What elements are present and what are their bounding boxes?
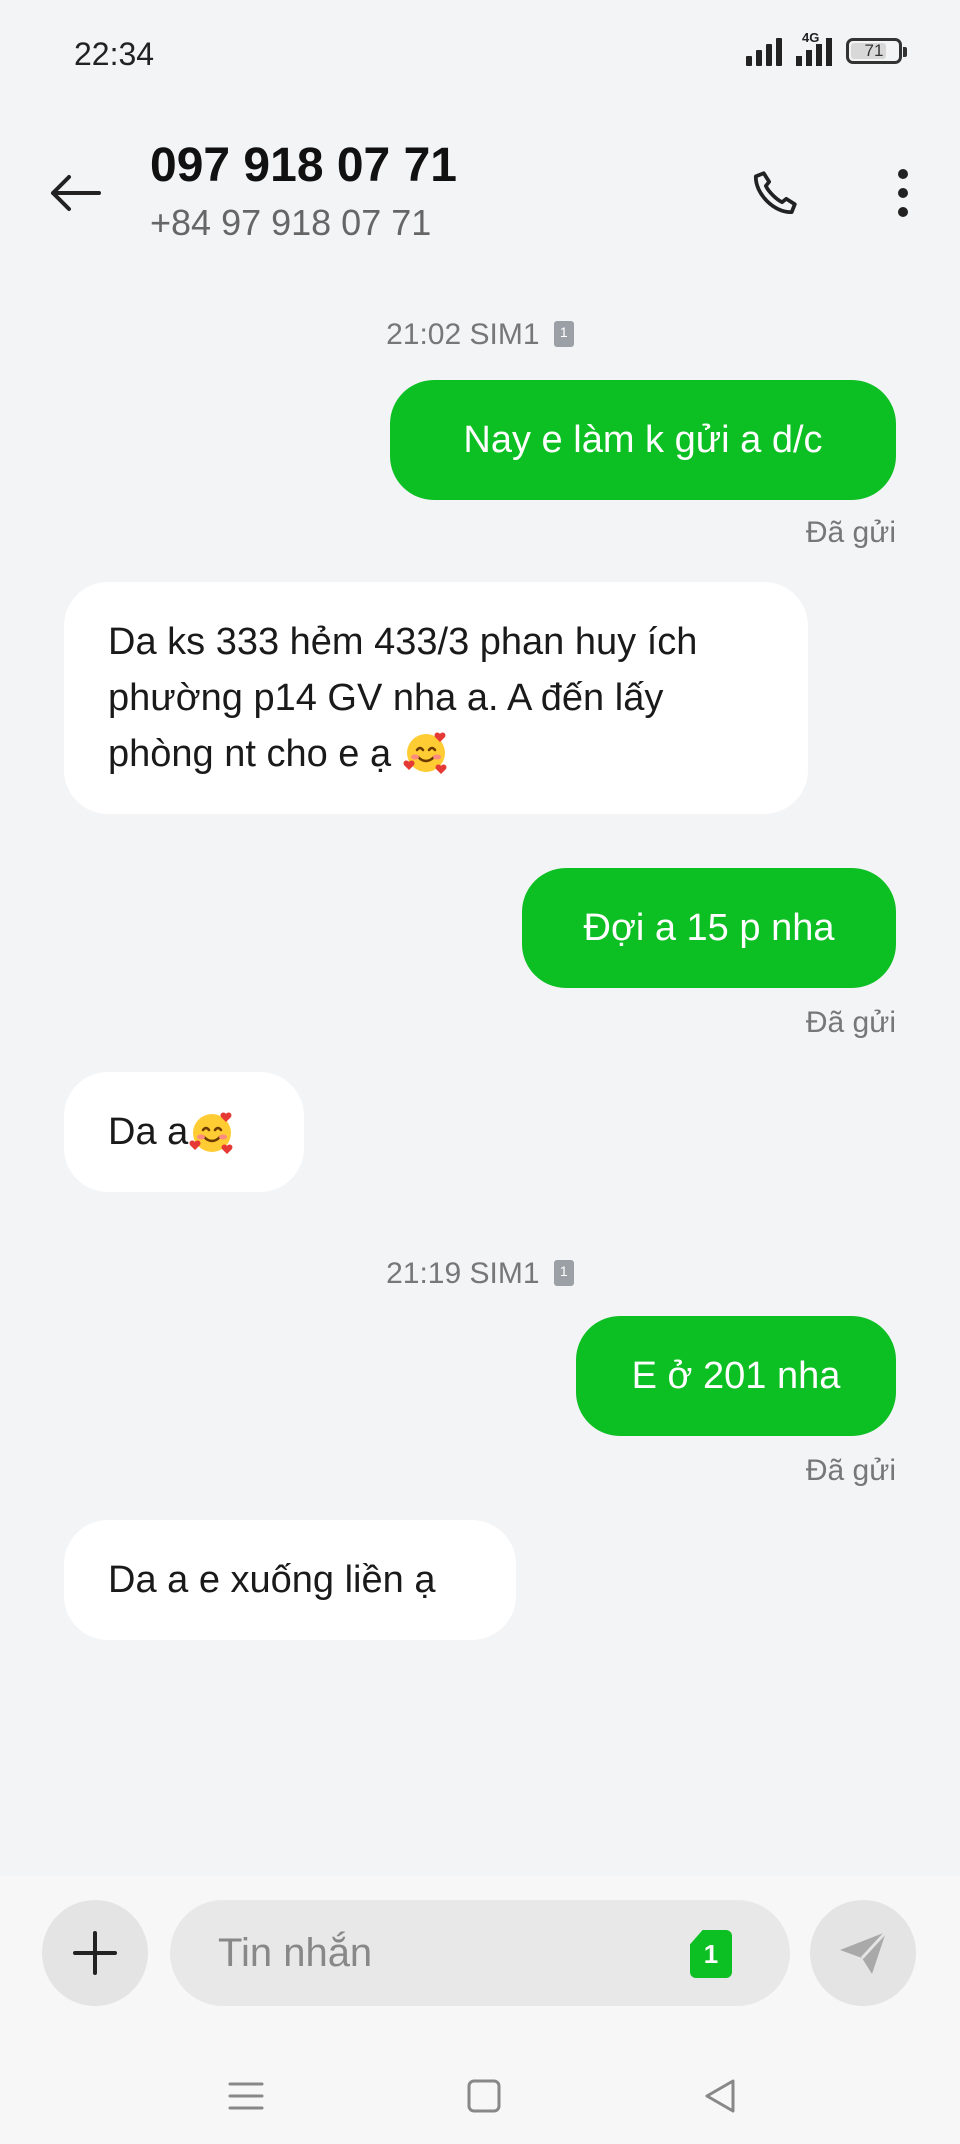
message-bubble-incoming[interactable]: Da ks 333 hẻm 433/3 phan huy ích phường … (64, 582, 808, 814)
message-line: Da ks 333 hẻm 433/3 phan huy ích (108, 621, 698, 663)
send-icon (840, 1930, 888, 1974)
square-icon (467, 2079, 501, 2113)
battery-level: 71 (864, 41, 884, 60)
timestamp-divider: 21:19 SIM1 (0, 1257, 960, 1291)
contact-name: 097 918 07 71 (150, 139, 457, 192)
battery-icon: 71 (846, 38, 907, 64)
timestamp-sim: SIM1 (469, 318, 540, 351)
nav-menu-button[interactable] (216, 2066, 276, 2126)
message-line-with-emoji: phòng nt cho e ạ (108, 726, 764, 782)
plus-icon (73, 1931, 117, 1975)
phone-icon (753, 171, 797, 215)
status-icons: 4G 71 (746, 30, 907, 66)
status-bar: 22:34 4G 71 (0, 0, 960, 110)
message-input-placeholder: Tin nhắn (218, 1930, 373, 1975)
smiling-face-with-hearts-icon (189, 1112, 233, 1154)
message-input[interactable]: Tin nhắn 1 (170, 1900, 790, 2006)
message-bubble-outgoing[interactable]: Đợi a 15 p nha (522, 868, 896, 988)
message-bubble-incoming[interactable]: Da a e xuống liền ạ (64, 1520, 516, 1640)
add-attachment-button[interactable] (42, 1900, 148, 2006)
more-vertical-icon (898, 169, 908, 217)
network-label: 4G (802, 30, 820, 45)
menu-icon (228, 2082, 264, 2110)
status-time: 22:34 (74, 36, 155, 72)
message-text: E ở 201 nha (631, 1355, 841, 1397)
network-4g-icon: 4G (796, 30, 832, 66)
sim-card-icon (553, 1260, 574, 1286)
message-text: Da a (108, 1111, 189, 1153)
message-status: Đã gửi (805, 1454, 896, 1487)
conversation-header: 097 918 07 71 +84 97 918 07 71 (0, 120, 960, 260)
message-bubble-outgoing[interactable]: Nay e làm k gửi a d/c (390, 380, 896, 500)
send-button[interactable] (810, 1900, 916, 2006)
composer-area: Tin nhắn 1 (0, 1876, 960, 2144)
timestamp-divider: 21:02 SIM1 (0, 318, 960, 352)
timestamp-time: 21:19 (386, 1257, 462, 1290)
message-line: phòng nt cho e ạ (108, 733, 392, 775)
triangle-back-icon (705, 2079, 735, 2113)
message-status: Đã gửi (805, 1006, 896, 1039)
nav-back-button[interactable] (690, 2066, 750, 2126)
sim-selector-button[interactable]: 1 (690, 1930, 732, 1978)
message-status: Đã gửi (805, 516, 896, 549)
back-button[interactable] (42, 160, 108, 226)
system-navigation-bar (0, 2052, 960, 2144)
message-bubble-incoming[interactable]: Da a (64, 1072, 304, 1192)
message-text: Da a e xuống liền ạ (108, 1559, 436, 1601)
message-line: phường p14 GV nha a. A đến lấy (108, 677, 664, 719)
smiling-face-with-hearts-icon (403, 732, 447, 774)
nav-home-button[interactable] (454, 2066, 514, 2126)
message-bubble-outgoing[interactable]: E ở 201 nha (576, 1316, 896, 1436)
message-text: Đợi a 15 p nha (583, 907, 835, 949)
arrow-left-icon (51, 175, 101, 211)
contact-number: +84 97 918 07 71 (150, 202, 432, 243)
call-button[interactable] (740, 158, 810, 228)
timestamp-time: 21:02 (386, 318, 462, 351)
sim-card-icon (553, 321, 574, 347)
timestamp-sim: SIM1 (469, 1257, 540, 1290)
more-options-button[interactable] (868, 158, 938, 228)
message-text: Nay e làm k gửi a d/c (463, 419, 823, 461)
sim-badge-label: 1 (703, 1938, 719, 1969)
signal-icon (746, 36, 782, 66)
